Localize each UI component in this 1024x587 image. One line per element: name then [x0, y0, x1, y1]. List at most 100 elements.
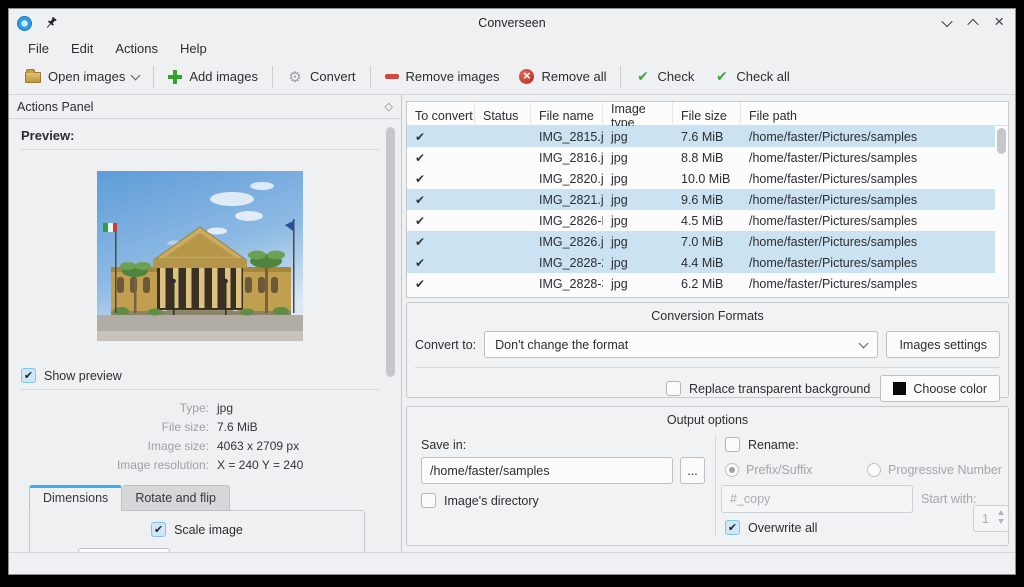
- replace-bg-checkbox[interactable]: [666, 381, 681, 396]
- circle-x-icon: [519, 69, 534, 84]
- tab-dimensions[interactable]: Dimensions: [29, 485, 122, 511]
- check-icon: [415, 193, 425, 207]
- save-in-input[interactable]: [421, 457, 673, 484]
- menubar: File Edit Actions Help: [9, 37, 1015, 59]
- row-image-type-cell: jpg: [603, 256, 673, 270]
- row-file-name-cell: IMG_2826-Mo...: [531, 214, 603, 228]
- add-images-button[interactable]: Add images: [158, 64, 268, 89]
- tab-rotate-and-flip[interactable]: Rotate and flip: [122, 485, 230, 511]
- width-input-partial[interactable]: [78, 548, 170, 552]
- scale-image-checkbox[interactable]: [151, 522, 166, 537]
- browse-button[interactable]: ...: [680, 457, 705, 484]
- row-file-size-cell: 9.6 MiB: [673, 193, 741, 207]
- progressive-number-label: Progressive Number: [888, 463, 1002, 477]
- check-icon: [415, 172, 425, 186]
- actions-panel-body: Preview:: [9, 119, 401, 552]
- open-images-button[interactable]: Open images: [15, 64, 149, 89]
- table-row[interactable]: IMG_2826.jpgjpg7.0 MiB/home/faster/Pictu…: [407, 231, 995, 252]
- row-file-name-cell: IMG_2828-3.jpg: [531, 277, 603, 291]
- scrollbar-thumb[interactable]: [997, 128, 1006, 154]
- minus-icon: [385, 74, 399, 79]
- row-file-size-cell: 10.0 MiB: [673, 172, 741, 186]
- show-preview-checkbox[interactable]: [21, 368, 36, 383]
- rename-pattern-input[interactable]: [721, 485, 913, 513]
- maximize-button[interactable]: [965, 15, 981, 31]
- row-file-name-cell: IMG_2826.jpg: [531, 235, 603, 249]
- row-to-convert-cell[interactable]: [407, 214, 475, 228]
- show-preview-label: Show preview: [44, 369, 122, 383]
- overwrite-all-row: Overwrite all: [725, 520, 817, 535]
- table-row[interactable]: IMG_2821.jpgjpg9.6 MiB/home/faster/Pictu…: [407, 189, 995, 210]
- table-row[interactable]: IMG_2826-Mo...jpg4.5 MiB/home/faster/Pic…: [407, 210, 995, 231]
- menu-file[interactable]: File: [19, 39, 58, 58]
- panel-scrollbar[interactable]: [386, 123, 395, 548]
- menu-actions[interactable]: Actions: [106, 39, 167, 58]
- choose-color-button[interactable]: Choose color: [880, 375, 1000, 402]
- row-file-size-cell: 6.2 MiB: [673, 277, 741, 291]
- images-directory-checkbox[interactable]: [421, 493, 436, 508]
- overwrite-all-label: Overwrite all: [748, 521, 817, 535]
- images-settings-button[interactable]: Images settings: [886, 331, 1000, 358]
- row-image-type-cell: jpg: [603, 235, 673, 249]
- info-value: 7.6 MiB: [217, 420, 379, 434]
- convert-button[interactable]: Convert: [277, 64, 366, 90]
- table-row[interactable]: IMG_2820.jpgjpg10.0 MiB/home/faster/Pict…: [407, 168, 995, 189]
- row-to-convert-cell[interactable]: [407, 256, 475, 270]
- show-preview-row: Show preview: [21, 368, 379, 383]
- row-to-convert-cell[interactable]: [407, 235, 475, 249]
- spin-down-icon[interactable]: [998, 519, 1004, 524]
- menu-edit[interactable]: Edit: [62, 39, 102, 58]
- file-table-body: IMG_2815.jpgjpg7.6 MiB/home/faster/Pictu…: [407, 126, 1008, 297]
- table-row[interactable]: IMG_2828-2.jpgjpg4.4 MiB/home/faster/Pic…: [407, 252, 995, 273]
- save-in-label: Save in:: [421, 438, 466, 452]
- color-swatch: [893, 382, 906, 395]
- table-scrollbar[interactable]: [997, 128, 1006, 295]
- row-file-size-cell: 8.8 MiB: [673, 151, 741, 165]
- overwrite-all-checkbox[interactable]: [725, 520, 740, 535]
- row-file-path-cell: /home/faster/Pictures/samples: [741, 193, 995, 207]
- row-to-convert-cell[interactable]: [407, 172, 475, 186]
- scrollbar-thumb[interactable]: [386, 127, 395, 377]
- rename-checkbox[interactable]: [725, 437, 740, 452]
- row-to-convert-cell[interactable]: [407, 193, 475, 207]
- start-with-spinner[interactable]: 1: [973, 505, 1009, 532]
- table-row[interactable]: IMG_2815.jpgjpg7.6 MiB/home/faster/Pictu…: [407, 126, 995, 147]
- remove-images-button[interactable]: Remove images: [375, 64, 510, 89]
- check-button[interactable]: Check: [625, 64, 704, 89]
- window-title: Converseen: [9, 16, 1015, 30]
- row-file-size-cell: 7.0 MiB: [673, 235, 741, 249]
- dimension-tabs: Dimensions Rotate and flip: [21, 485, 379, 511]
- choose-color-label: Choose color: [913, 382, 987, 396]
- row-image-type-cell: jpg: [603, 130, 673, 144]
- rename-label: Rename:: [748, 438, 799, 452]
- row-to-convert-cell[interactable]: [407, 277, 475, 291]
- minimize-button[interactable]: [939, 15, 955, 31]
- remove-all-button[interactable]: Remove all: [509, 64, 616, 89]
- progressive-number-radio[interactable]: [867, 463, 881, 477]
- row-to-convert-cell[interactable]: [407, 151, 475, 165]
- menu-help[interactable]: Help: [171, 39, 216, 58]
- format-combobox[interactable]: Don't change the format: [484, 331, 878, 358]
- images-directory-label: Image's directory: [444, 494, 539, 508]
- output-options-group: Output options Save in: ... Image's dire…: [406, 406, 1009, 546]
- row-file-name-cell: IMG_2815.jpg: [531, 130, 603, 144]
- spin-up-icon[interactable]: [998, 510, 1004, 515]
- table-row[interactable]: IMG_2816.jpgjpg8.8 MiB/home/faster/Pictu…: [407, 147, 995, 168]
- actions-panel: Actions Panel Preview:: [9, 95, 402, 552]
- row-to-convert-cell[interactable]: [407, 130, 475, 144]
- row-image-type-cell: jpg: [603, 172, 673, 186]
- float-panel-icon[interactable]: [385, 100, 393, 113]
- row-file-path-cell: /home/faster/Pictures/samples: [741, 235, 995, 249]
- row-image-type-cell: jpg: [603, 151, 673, 165]
- folder-icon: [25, 72, 41, 83]
- check-all-button[interactable]: Check all: [704, 64, 799, 89]
- prefix-suffix-label: Prefix/Suffix: [746, 463, 812, 477]
- start-with-label: Start with:: [921, 492, 977, 506]
- toolbar-label: Remove all: [541, 69, 606, 84]
- toolbar-label: Add images: [189, 69, 258, 84]
- prefix-suffix-radio[interactable]: [725, 463, 739, 477]
- row-file-path-cell: /home/faster/Pictures/samples: [741, 214, 995, 228]
- close-button[interactable]: [991, 15, 1007, 31]
- divider: [21, 149, 379, 150]
- table-row[interactable]: IMG_2828-3.jpgjpg6.2 MiB/home/faster/Pic…: [407, 273, 995, 294]
